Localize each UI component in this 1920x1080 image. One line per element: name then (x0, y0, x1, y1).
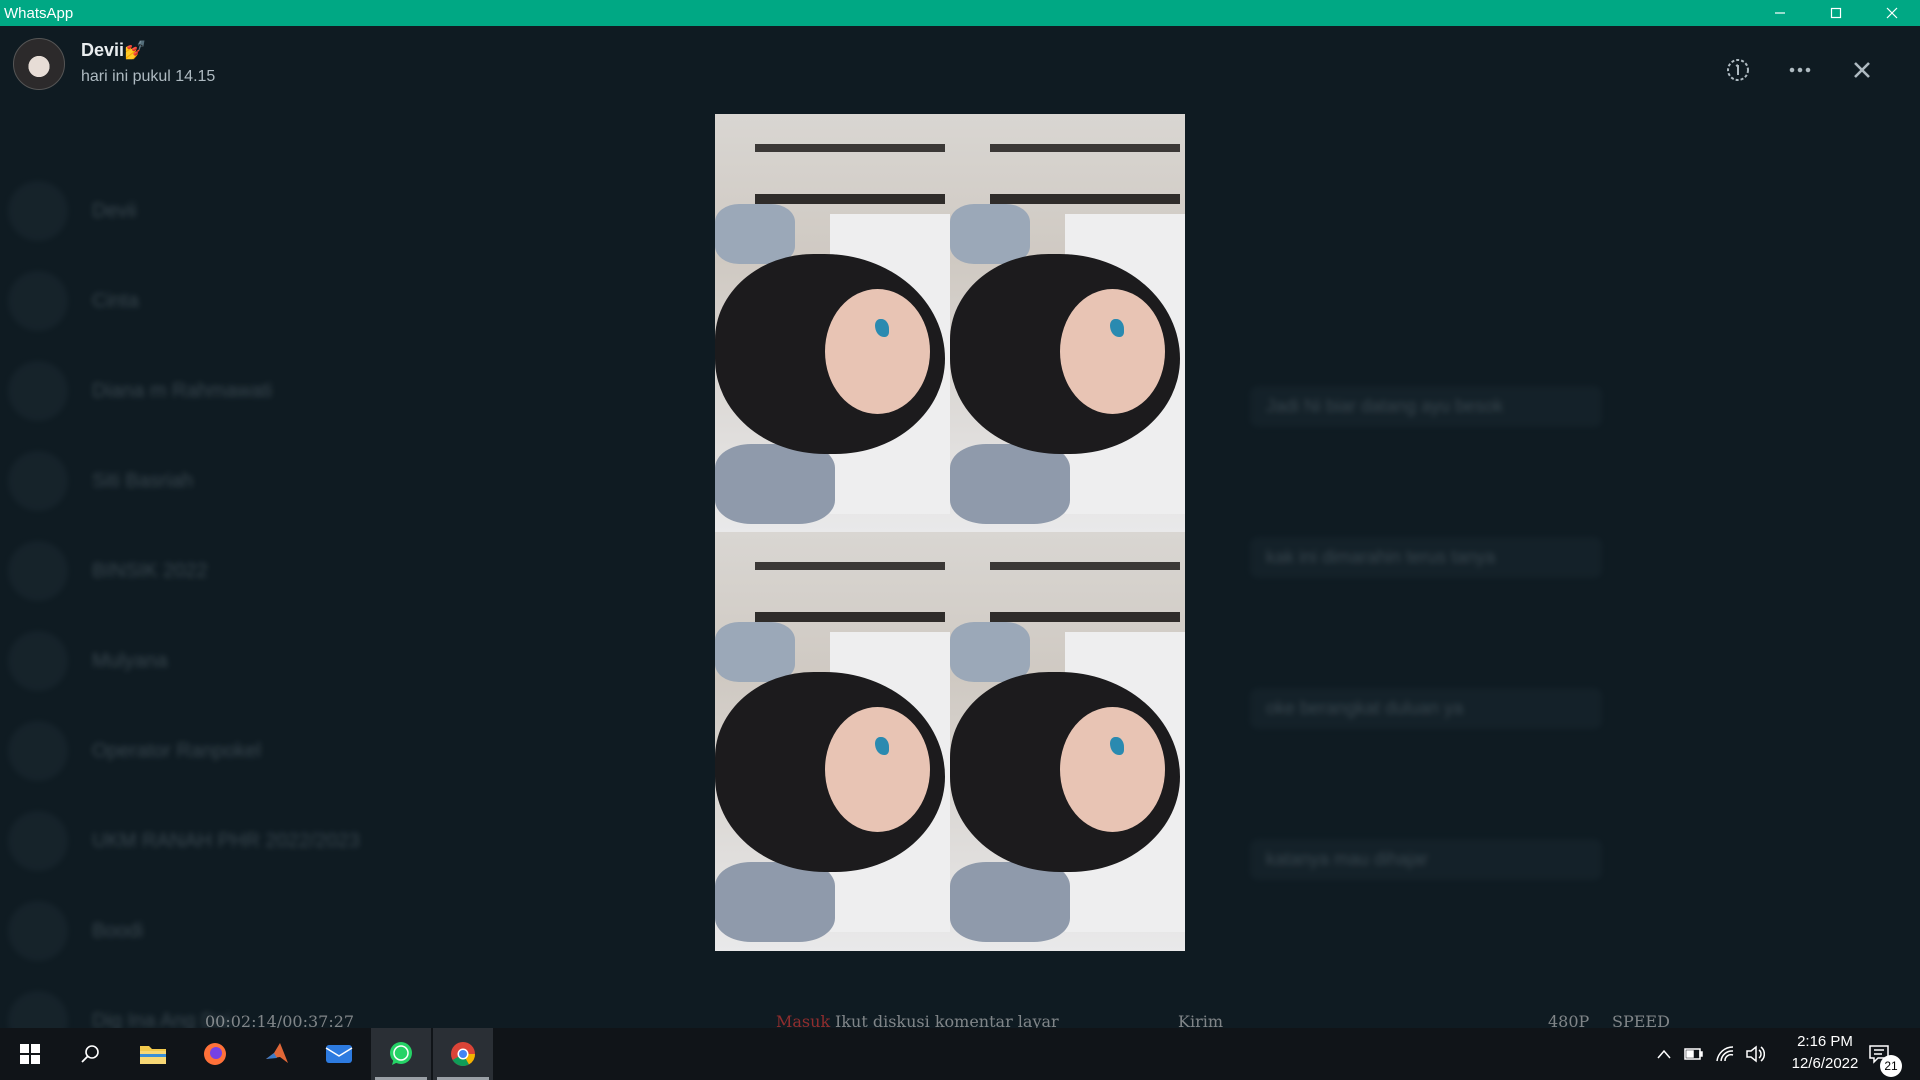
avatar (8, 541, 68, 601)
chat-name: Diana m Rahmawati (92, 379, 273, 402)
view-once-icon (1727, 59, 1749, 81)
chat-name: UKM RANAH PHR 2022/2023 (92, 829, 360, 852)
more-options-button[interactable] (1780, 50, 1820, 90)
battery-button[interactable] (1683, 1043, 1705, 1065)
chat-name: BINSIK 2022 (92, 559, 208, 582)
avatar (8, 901, 68, 961)
more-options-icon (1789, 67, 1811, 73)
mail-icon (325, 1045, 353, 1063)
firefox-button[interactable] (185, 1028, 245, 1080)
close-icon (1886, 7, 1898, 19)
chrome-button[interactable] (433, 1028, 493, 1080)
list-item: Boodi (0, 886, 540, 976)
speaker-icon (1746, 1045, 1765, 1063)
list-item: Operator Ranpokel (0, 706, 540, 796)
maximize-icon (1830, 7, 1842, 19)
matlab-button[interactable] (247, 1028, 307, 1080)
title-bar: WhatsApp (0, 0, 1920, 26)
notification-count-badge: 21 (1880, 1055, 1902, 1077)
view-once-button[interactable] (1718, 50, 1758, 90)
comment-label: Masuk (776, 1012, 831, 1028)
matlab-icon (266, 1043, 288, 1063)
window-title: WhatsApp (4, 4, 74, 22)
photo-tile (950, 532, 1185, 951)
search-icon (81, 1045, 99, 1063)
avatar (8, 271, 68, 331)
show-hidden-icons-button[interactable] (1653, 1043, 1675, 1065)
avatar (8, 451, 68, 511)
firefox-icon (204, 1043, 226, 1065)
wifi-icon (1716, 1046, 1734, 1062)
battery-icon (1684, 1048, 1703, 1060)
file-explorer-button[interactable] (123, 1028, 183, 1080)
avatar (8, 811, 68, 871)
send-label: Kirim (1178, 1012, 1224, 1028)
player-time: 00:02:14/00:37:27 (205, 1012, 355, 1028)
list-item: Diana m Rahmawati (0, 346, 540, 436)
message-bubble: katanya mau dihajar (1250, 839, 1602, 880)
background-chat-list: Devii Cinta Diana m Rahmawati Siti Basri… (0, 166, 540, 1028)
comment-text: Ikut diskusi komentar layar (835, 1012, 1059, 1028)
mail-button[interactable] (309, 1028, 369, 1080)
taskbar: 2:16 PM 12/6/2022 (0, 1028, 1920, 1080)
chat-name: Operator Ranpokel (92, 739, 261, 762)
chat-name: Siti Basriah (92, 469, 194, 492)
list-item: UKM RANAH PHR 2022/2023 (0, 796, 540, 886)
message-bubble: kak ini dimarahin terus tanya (1250, 537, 1602, 578)
windows-icon (20, 1044, 40, 1064)
chat-name: Cinta (92, 289, 139, 312)
media-viewer-header: Devii💅 hari ini pukul 14.15 (0, 26, 1920, 102)
avatar (8, 721, 68, 781)
folder-icon (140, 1046, 166, 1064)
photo-tile (715, 114, 950, 532)
minimize-icon (1775, 12, 1785, 14)
background-player-strip: 00:02:14/00:37:27 Masuk Ikut diskusi kom… (0, 1010, 1920, 1028)
close-icon (1854, 62, 1870, 78)
search-button[interactable] (60, 1028, 120, 1080)
background-messages: Jadi Ni biar datang ayu besok kak ini di… (1250, 386, 1810, 990)
chrome-icon (451, 1042, 475, 1067)
volume-button[interactable] (1744, 1043, 1766, 1065)
clock-time[interactable]: 2:16 PM (1770, 1033, 1880, 1050)
window-controls (1752, 0, 1920, 26)
message-bubble: Jadi Ni biar datang ayu besok (1250, 386, 1602, 427)
photo-tile (950, 114, 1185, 532)
chevron-up-icon (1657, 1049, 1671, 1059)
network-button[interactable] (1714, 1043, 1736, 1065)
message-timestamp: hari ini pukul 14.15 (81, 68, 216, 85)
list-item: Mulyana (0, 616, 540, 706)
minimize-button[interactable] (1752, 0, 1808, 26)
speed-label: SPEED (1612, 1012, 1670, 1028)
list-item: Devii (0, 166, 540, 256)
whatsapp-icon (390, 1042, 412, 1065)
message-bubble: oke berangkat duluan ya (1250, 688, 1602, 729)
list-item: Siti Basriah (0, 436, 540, 526)
sender-name: Devii💅 (81, 40, 147, 60)
chat-name: Mulyana (92, 649, 168, 672)
clock-date[interactable]: 12/6/2022 (1770, 1055, 1880, 1072)
close-viewer-button[interactable] (1842, 50, 1882, 90)
quality-label: 480P (1548, 1012, 1590, 1028)
whatsapp-button[interactable] (371, 1028, 431, 1080)
avatar (8, 181, 68, 241)
chat-name: Devii (92, 199, 137, 222)
list-item: BINSIK 2022 (0, 526, 540, 616)
list-item: Cinta (0, 256, 540, 346)
media-image (715, 114, 1185, 951)
start-button[interactable] (0, 1028, 60, 1080)
avatar (8, 631, 68, 691)
photo-tile (715, 532, 950, 951)
close-window-button[interactable] (1864, 0, 1920, 26)
sender-avatar[interactable] (13, 38, 65, 90)
avatar (8, 361, 68, 421)
chat-name: Boodi (92, 919, 144, 942)
maximize-button[interactable] (1808, 0, 1864, 26)
